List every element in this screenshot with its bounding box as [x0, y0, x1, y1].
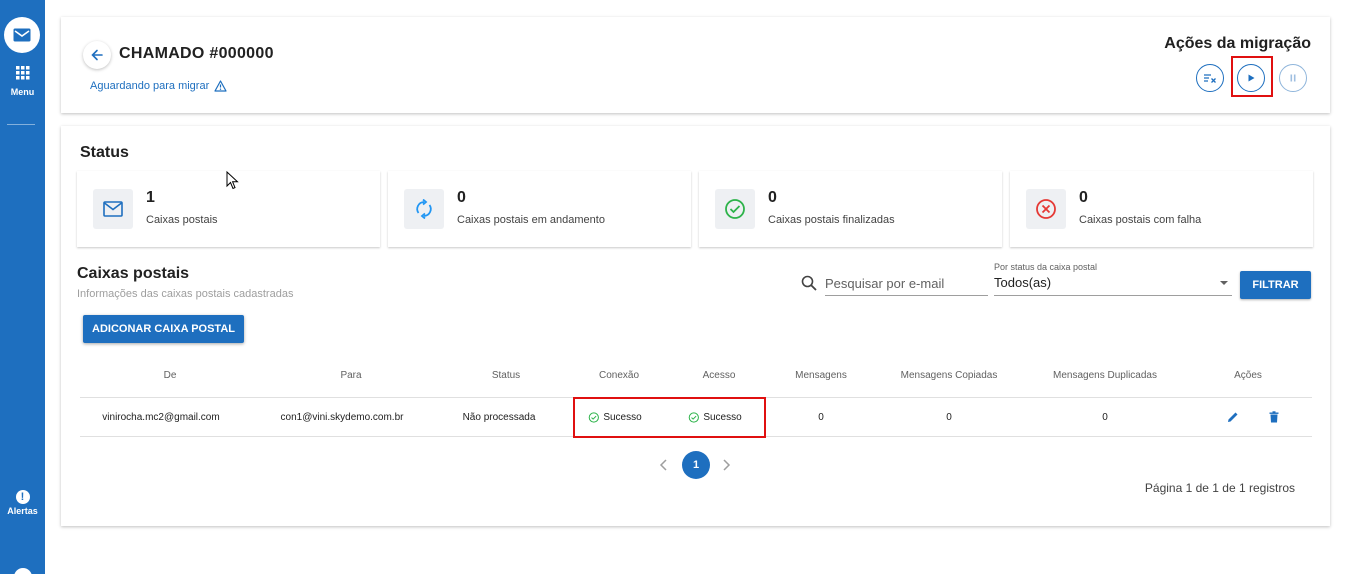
caret-down-icon	[1220, 281, 1228, 285]
filter-button[interactable]: FILTRAR	[1240, 271, 1311, 299]
cell-copied: 0	[946, 412, 952, 423]
status-filter-select[interactable]: Todos(as)	[994, 271, 1232, 296]
check-circle-icon	[725, 199, 745, 219]
highlight-box-status	[573, 397, 766, 438]
grid-icon	[15, 66, 29, 80]
stat-label: Caixas postais com falha	[1079, 214, 1202, 226]
status-title: Status	[80, 144, 129, 161]
ticket-status: Aguardando para migrar	[90, 80, 227, 92]
alerts-label: Alertas	[7, 506, 38, 516]
stat-value: 0	[457, 189, 466, 206]
user-avatar[interactable]	[14, 568, 32, 574]
stat-card-failed: 0 Caixas postais com falha	[1010, 171, 1313, 247]
error-circle-icon	[1036, 199, 1056, 219]
edit-icon[interactable]	[1227, 411, 1239, 423]
search-input[interactable]	[825, 271, 988, 296]
mailboxes-title: Caixas postais	[77, 265, 190, 282]
sidebar: Menu ! Alertas	[0, 0, 45, 574]
back-button[interactable]	[83, 41, 111, 69]
clear-filter-button[interactable]	[1196, 64, 1224, 92]
stat-icon-box	[404, 189, 444, 229]
trash-icon[interactable]	[1269, 411, 1279, 423]
stat-icon-box	[1026, 189, 1066, 229]
arrow-left-icon	[91, 49, 103, 61]
stat-label: Caixas postais	[146, 214, 218, 226]
page-title: CHAMADO #000000	[119, 45, 274, 62]
ticket-status-text: Aguardando para migrar	[90, 80, 210, 92]
cell-status: Não processada	[462, 412, 536, 423]
stat-card-finished: 0 Caixas postais finalizadas	[699, 171, 1002, 247]
column-header: De	[163, 370, 177, 381]
mouse-cursor-icon	[226, 171, 239, 190]
ticket-header: CHAMADO #000000 Aguardando para migrar A…	[61, 17, 1330, 113]
column-header: Mensagens	[795, 370, 847, 381]
chevron-right-icon[interactable]	[721, 459, 731, 471]
main-panel: Status 1 Caixas postais 0 Caixas postais…	[61, 126, 1330, 526]
pause-icon	[1290, 74, 1296, 82]
mail-logo-icon	[13, 28, 31, 42]
pagination-info: Página 1 de 1 de 1 registros	[1144, 481, 1295, 495]
column-header: Mensagens Duplicadas	[1053, 370, 1157, 381]
cell-from: vinirocha.mc2@gmail.com	[102, 412, 220, 423]
highlight-box-play	[1231, 56, 1273, 97]
warning-icon	[214, 80, 227, 92]
cell-to: con1@vini.skydemo.com.br	[280, 412, 404, 423]
sync-icon	[416, 199, 432, 219]
menu-label: Menu	[10, 87, 35, 97]
stat-value: 1	[146, 189, 155, 206]
column-header: Status	[491, 370, 521, 381]
table-header: De Para Status Conexão Acesso Mensagens …	[80, 359, 1312, 398]
column-header: Para	[340, 370, 362, 381]
column-header: Conexão	[598, 370, 640, 381]
column-header: Ações	[1234, 370, 1262, 381]
actions-title: Ações da migração	[1164, 35, 1311, 52]
mailboxes-table: De Para Status Conexão Acesso Mensagens …	[80, 359, 1312, 438]
stat-label: Caixas postais em andamento	[457, 214, 605, 226]
chevron-left-icon[interactable]	[659, 459, 669, 471]
pause-migration-button[interactable]	[1279, 64, 1307, 92]
cell-messages: 0	[818, 412, 824, 423]
stat-label: Caixas postais finalizadas	[768, 214, 895, 226]
stat-icon-box	[715, 189, 755, 229]
mail-icon	[103, 201, 123, 217]
alerts-button[interactable]: ! Alertas	[0, 490, 45, 516]
stat-card-in-progress: 0 Caixas postais em andamento	[388, 171, 691, 247]
stat-value: 0	[1079, 189, 1088, 206]
app-logo[interactable]	[4, 17, 40, 53]
column-header: Mensagens Copiadas	[900, 370, 998, 381]
stat-value: 0	[768, 189, 777, 206]
column-header: Acesso	[702, 370, 736, 381]
add-mailbox-button[interactable]: ADICONAR CAIXA POSTAL	[83, 315, 244, 343]
cell-duplicated: 0	[1102, 412, 1108, 423]
status-filter-value: Todos(as)	[994, 275, 1052, 290]
page-button-current[interactable]: 1	[682, 451, 710, 479]
alert-icon: !	[15, 490, 30, 504]
filter-clear-icon	[1204, 74, 1216, 83]
mailboxes-subtitle: Informações das caixas postais cadastrad…	[77, 288, 294, 300]
menu-button[interactable]: Menu	[0, 66, 45, 97]
search-icon	[801, 275, 817, 291]
sidebar-divider	[7, 124, 35, 125]
stat-icon-box	[93, 189, 133, 229]
